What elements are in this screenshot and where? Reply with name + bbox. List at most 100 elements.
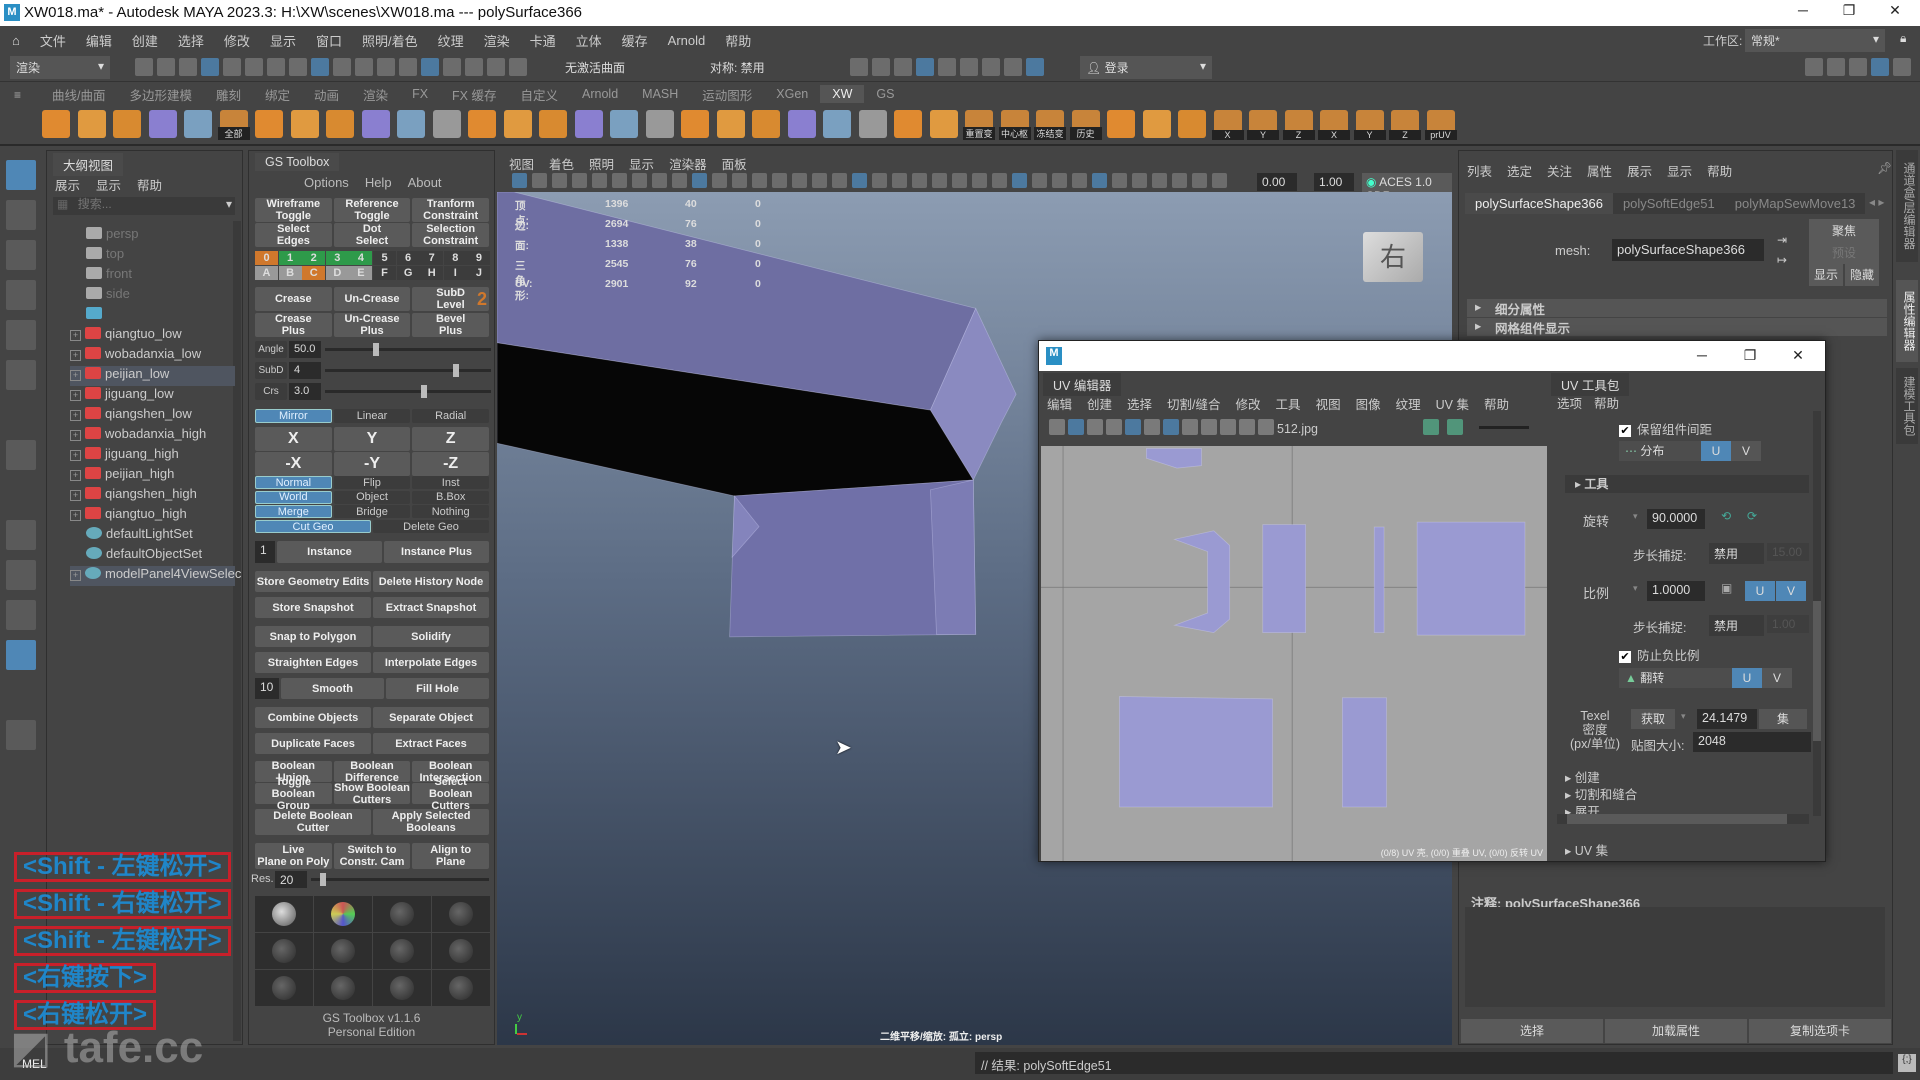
attr-menu-4[interactable]: 展示 [1627, 161, 1652, 180]
menu-12[interactable]: 缓存 [622, 31, 648, 50]
outliner-menu-1[interactable]: 显示 [96, 175, 121, 194]
material-swatch[interactable] [373, 896, 431, 932]
shelf-button[interactable]: Z [1282, 110, 1315, 140]
toolbar-icon[interactable] [289, 58, 307, 76]
expand-icon[interactable]: + [70, 350, 81, 361]
mirror-mode-2[interactable]: Radial [412, 409, 489, 423]
gs-button-1[interactable]: Separate Object [373, 707, 489, 728]
viewport-tool-icon[interactable] [1132, 173, 1147, 188]
toolbar-icon[interactable] [421, 58, 439, 76]
mirror-option-0[interactable]: Normal [255, 476, 332, 489]
exposure-field[interactable]: 0.00 [1257, 173, 1297, 191]
slider-value-field[interactable]: 3.0 [289, 383, 321, 400]
uv-tool-icon[interactable] [1220, 419, 1236, 435]
uv-editor-tab[interactable]: UV 编辑器 [1043, 373, 1122, 396]
uv-menu-3[interactable]: 切割/缝合 [1167, 394, 1220, 413]
layer-number-7[interactable]: 7 [420, 251, 444, 265]
toolbar-icon[interactable] [245, 58, 263, 76]
gamma-field[interactable]: 1.00 [1314, 173, 1354, 191]
shelf-tab-7[interactable]: FX 缓存 [440, 83, 508, 106]
expand-icon[interactable]: + [70, 410, 81, 421]
uv-tool-icon[interactable] [1201, 419, 1217, 435]
viewport-tool-icon[interactable] [572, 173, 587, 188]
shelf-button[interactable]: 全部 [217, 110, 250, 140]
poly-cube-icon[interactable] [77, 110, 106, 138]
rotate-tool-icon[interactable] [6, 320, 36, 350]
target-icon[interactable] [894, 110, 922, 138]
gs-button-1[interactable]: Un-Crease [333, 287, 411, 311]
gs-button-0[interactable]: Snap to Polygon [255, 626, 371, 647]
viewport-menu-0[interactable]: 视图 [509, 154, 534, 173]
toolbar-icon[interactable] [1827, 58, 1845, 76]
gs-button-0[interactable]: Select Edges [255, 223, 332, 247]
expand-icon[interactable]: + [70, 330, 81, 341]
uv-toolkit-vscrollbar[interactable] [1813, 411, 1821, 816]
material-swatch[interactable] [255, 933, 313, 969]
mirror-option-2[interactable]: Nothing [412, 505, 489, 518]
scale-tool-icon[interactable] [6, 360, 36, 390]
mirror-neg-axis-2[interactable]: -Z [412, 452, 489, 476]
single-layout-icon[interactable] [6, 520, 36, 550]
mirror-option-0[interactable]: Merge [255, 505, 332, 518]
viewport-tool-icon[interactable] [932, 173, 947, 188]
uv-toolkit-hscrollbar[interactable] [1557, 814, 1809, 824]
prevent-negative-scale-checkbox[interactable]: ✔ 防止负比例 [1619, 645, 1700, 664]
uv-close-button[interactable]: ✕ [1775, 347, 1821, 364]
outliner-item[interactable]: front [70, 266, 235, 286]
menu-4[interactable]: 修改 [224, 31, 250, 50]
mirror-mode-1[interactable]: Linear [333, 409, 411, 423]
layer-letter-4[interactable]: E [349, 266, 373, 280]
shelf-tab-6[interactable]: FX [400, 85, 440, 103]
gs-button-0[interactable]: Duplicate Faces [255, 733, 371, 754]
menu-1[interactable]: 编辑 [86, 31, 112, 50]
scale-field[interactable]: 1.0000 [1647, 581, 1705, 601]
viewport-tool-icon[interactable] [1192, 173, 1207, 188]
viewport-tool-icon[interactable] [792, 173, 807, 188]
material-swatch[interactable] [373, 933, 431, 969]
viewport-tool-icon[interactable] [712, 173, 727, 188]
viewport-tool-icon[interactable] [992, 173, 1007, 188]
mirror-option-2[interactable]: Inst [412, 476, 489, 489]
shelf-tab-0[interactable]: 曲线/曲面 [40, 83, 117, 106]
viewport-tool-icon[interactable] [1012, 173, 1027, 188]
mirror-axis-1[interactable]: Y [333, 427, 411, 451]
uv-tool-icon[interactable] [1068, 419, 1084, 435]
uv-tool-icon[interactable] [1182, 419, 1198, 435]
get-texel-button[interactable]: 获取 [1631, 709, 1675, 729]
toolbar-icon[interactable] [1805, 58, 1823, 76]
bend-icon[interactable] [787, 110, 816, 138]
chevron-down-icon[interactable]: ▾ [1681, 711, 1686, 722]
focus-output-icon[interactable]: ↦ [1777, 253, 1787, 267]
mirror-axis-2[interactable]: Z [412, 427, 489, 451]
viewport-tool-icon[interactable] [892, 173, 907, 188]
uv-tool-icon[interactable] [1106, 419, 1122, 435]
gs-menu-0[interactable]: Options [304, 175, 349, 190]
toolbar-icon[interactable] [267, 58, 285, 76]
attr-bottom-button-1[interactable]: 加载属性 [1605, 1019, 1747, 1043]
toolbar-icon[interactable] [1871, 58, 1889, 76]
search-icon[interactable] [6, 720, 36, 750]
viewport-tool-icon[interactable] [752, 173, 767, 188]
material-swatch[interactable] [255, 970, 313, 1006]
plane-icon[interactable] [290, 110, 319, 138]
viewport-tool-icon[interactable] [1032, 173, 1047, 188]
focus-input-icon[interactable]: ⇥ [1777, 233, 1787, 247]
attr-menu-0[interactable]: 列表 [1467, 161, 1492, 180]
expand-icon[interactable]: + [70, 490, 81, 501]
viewport-tool-icon[interactable] [872, 173, 887, 188]
login-dropdown[interactable]: 👤︎ 登录 ▾ [1080, 56, 1212, 79]
gs-button-0[interactable]: Store Snapshot [255, 597, 371, 618]
lasso-tool-icon[interactable] [6, 200, 36, 230]
outliner-item[interactable]: defaultLightSet [70, 526, 235, 546]
two-layout-icon[interactable] [6, 600, 36, 630]
layer-letter-8[interactable]: I [443, 266, 467, 280]
outliner-item[interactable]: side [70, 286, 235, 306]
plane-icon[interactable] [255, 110, 283, 138]
rotate-step-snap-dropdown[interactable]: 禁用 [1709, 543, 1764, 564]
flip-button[interactable]: ▲ 翻转 [1619, 668, 1732, 688]
viewport-tool-icon[interactable] [1052, 173, 1067, 188]
uv-menu-4[interactable]: 修改 [1236, 394, 1261, 413]
gs-button-1[interactable]: Interpolate Edges [373, 652, 489, 673]
toolbar-icon[interactable] [311, 58, 329, 76]
shelf-tab-1[interactable]: 多边形建模 [117, 83, 204, 106]
